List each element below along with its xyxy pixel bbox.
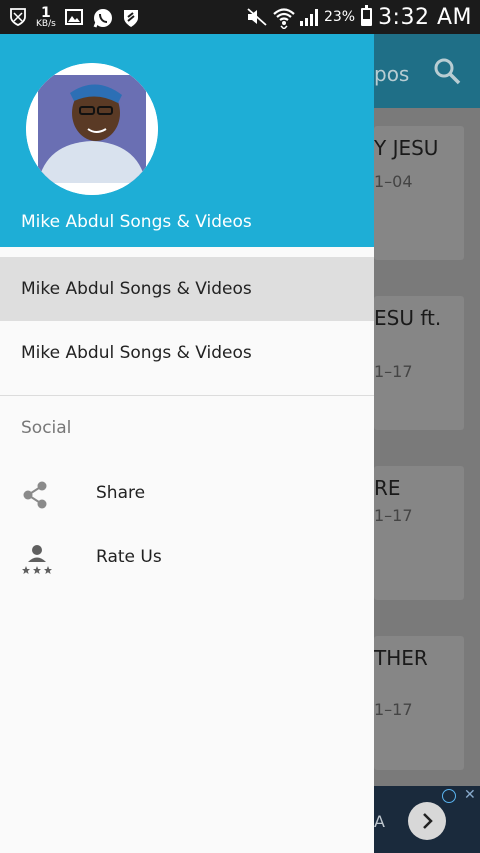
video-card[interactable]: Y JESU 1–04 bbox=[374, 126, 464, 260]
avatar bbox=[26, 63, 158, 195]
nav-item-songs-videos[interactable]: Mike Abdul Songs & Videos bbox=[0, 257, 374, 321]
network-speed-value: 1 bbox=[41, 4, 51, 21]
video-card[interactable]: ESU ft. 1–17 bbox=[374, 296, 464, 430]
nav-item-label: Mike Abdul Songs & Videos bbox=[21, 279, 252, 299]
nav-item-songs-videos-secondary[interactable]: Mike Abdul Songs & Videos bbox=[0, 321, 374, 385]
ad-banner[interactable]: A ✕ bbox=[374, 786, 480, 853]
video-card-date: 1–17 bbox=[374, 362, 413, 381]
wifi-icon bbox=[272, 7, 295, 31]
share-label: Share bbox=[96, 483, 146, 503]
whatsapp-icon bbox=[92, 7, 112, 28]
video-card[interactable]: RE 1–17 bbox=[374, 466, 464, 600]
battery-icon bbox=[361, 5, 373, 26]
network-speed: 1 KB/s bbox=[36, 6, 56, 29]
battery-percent: 23% bbox=[323, 9, 356, 25]
search-icon[interactable] bbox=[432, 56, 462, 86]
gallery-icon bbox=[64, 7, 84, 27]
rate-us-label: Rate Us bbox=[96, 547, 162, 567]
ad-chevron-right-icon[interactable] bbox=[408, 802, 446, 840]
status-bar: 1 KB/s 23% 3:32 AM bbox=[0, 0, 480, 34]
video-card-title: ESU ft. bbox=[374, 306, 442, 330]
video-card-date: 1–17 bbox=[374, 700, 413, 719]
nav-item-label: Mike Abdul Songs & Videos bbox=[21, 343, 252, 363]
security-shield-icon bbox=[120, 7, 140, 27]
network-speed-unit: KB/s bbox=[36, 18, 56, 29]
share-item[interactable]: Share bbox=[0, 466, 374, 522]
section-label-social: Social bbox=[21, 418, 72, 438]
ad-info-icon[interactable] bbox=[442, 789, 456, 803]
video-card[interactable]: THER 1–17 bbox=[374, 636, 464, 770]
ad-text: A bbox=[374, 812, 385, 831]
share-icon bbox=[20, 480, 54, 510]
video-card-date: 1–04 bbox=[374, 172, 413, 191]
video-card-title: Y JESU bbox=[374, 136, 439, 160]
video-card-date: 1–17 bbox=[374, 506, 413, 525]
signal-icon bbox=[298, 7, 318, 27]
drawer-header-title: Mike Abdul Songs & Videos bbox=[21, 212, 252, 232]
avatar-photo bbox=[26, 63, 158, 195]
ad-close-icon[interactable]: ✕ bbox=[464, 787, 476, 803]
clock: 3:32 AM bbox=[378, 4, 472, 30]
drawer-header: Mike Abdul Songs & Videos bbox=[0, 34, 374, 247]
shield-notification-icon bbox=[8, 7, 28, 27]
mute-icon bbox=[246, 7, 267, 27]
navigation-drawer: Mike Abdul Songs & Videos Mike Abdul Son… bbox=[0, 34, 374, 853]
video-card-title: RE bbox=[374, 476, 401, 500]
app-toolbar-title: pos bbox=[374, 62, 410, 86]
drawer-divider bbox=[0, 395, 374, 396]
video-card-title: THER bbox=[374, 646, 428, 670]
rate-us-icon bbox=[20, 544, 54, 574]
rate-us-item[interactable]: Rate Us bbox=[0, 530, 374, 586]
